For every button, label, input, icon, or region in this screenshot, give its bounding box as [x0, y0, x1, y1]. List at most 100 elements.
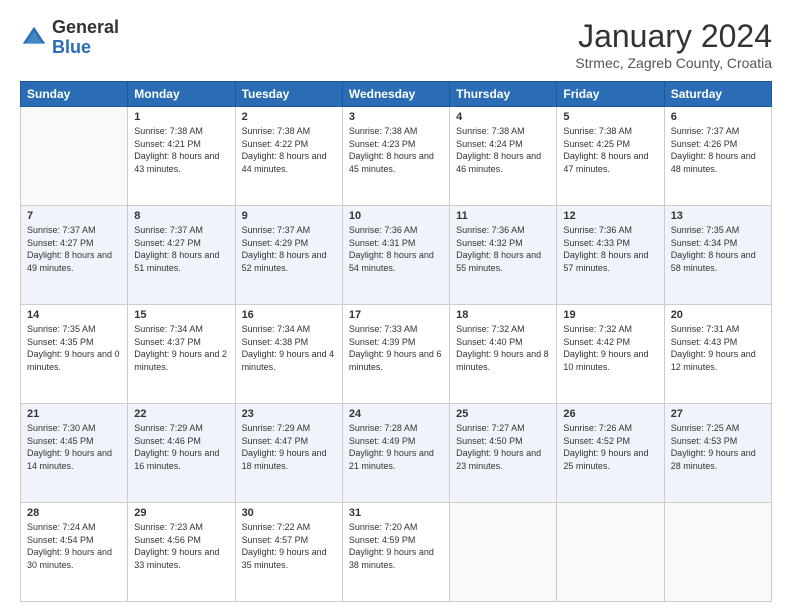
calendar-day-cell: 17 Sunrise: 7:33 AMSunset: 4:39 PMDayligh…: [342, 305, 449, 404]
calendar-day-cell: 3Sunrise: 7:38 AMSunset: 4:23 PMDaylight…: [342, 107, 449, 206]
calendar-day-cell: 9 Sunrise: 7:37 AMSunset: 4:29 PMDaylight…: [235, 206, 342, 305]
calendar-day-cell: [557, 503, 664, 602]
calendar-day-cell: 6 Sunrise: 7:37 AMSunset: 4:26 PMDaylight…: [664, 107, 771, 206]
day-info: Sunrise: 7:36 AMSunset: 4:33 PMDaylight:…: [563, 224, 657, 274]
day-number: 19: [563, 309, 657, 321]
day-number: 18: [456, 309, 550, 321]
weekday-header: Monday: [128, 82, 235, 107]
day-info: Sunrise: 7:38 AMSunset: 4:22 PMDaylight:…: [242, 125, 336, 175]
calendar-day-cell: 22 Sunrise: 7:29 AMSunset: 4:46 PMDayligh…: [128, 404, 235, 503]
day-number: 3: [349, 111, 443, 123]
calendar-day-cell: 2 Sunrise: 7:38 AMSunset: 4:22 PMDaylight…: [235, 107, 342, 206]
calendar-day-cell: 24 Sunrise: 7:28 AMSunset: 4:49 PMDayligh…: [342, 404, 449, 503]
day-number: 22: [134, 408, 228, 420]
day-number: 16: [242, 309, 336, 321]
calendar-day-cell: 20 Sunrise: 7:31 AMSunset: 4:43 PMDayligh…: [664, 305, 771, 404]
day-info: Sunrise: 7:35 AMSunset: 4:34 PMDaylight:…: [671, 224, 765, 274]
day-info: Sunrise: 7:37 AMSunset: 4:27 PMDaylight:…: [134, 224, 228, 274]
calendar-day-cell: [664, 503, 771, 602]
calendar-day-cell: 18 Sunrise: 7:32 AMSunset: 4:40 PMDayligh…: [450, 305, 557, 404]
logo: General Blue: [20, 18, 119, 58]
day-info: Sunrise: 7:32 AMSunset: 4:40 PMDaylight:…: [456, 323, 550, 373]
weekday-header: Tuesday: [235, 82, 342, 107]
day-info: Sunrise: 7:24 AMSunset: 4:54 PMDaylight:…: [27, 521, 121, 571]
calendar-day-cell: 21Sunrise: 7:30 AMSunset: 4:45 PMDayligh…: [21, 404, 128, 503]
day-number: 21: [27, 408, 121, 420]
weekday-header: Thursday: [450, 82, 557, 107]
day-number: 9: [242, 210, 336, 222]
calendar-day-cell: 13 Sunrise: 7:35 AMSunset: 4:34 PMDayligh…: [664, 206, 771, 305]
day-info: Sunrise: 7:32 AMSunset: 4:42 PMDaylight:…: [563, 323, 657, 373]
day-info: Sunrise: 7:23 AMSunset: 4:56 PMDaylight:…: [134, 521, 228, 571]
calendar-day-cell: 14Sunrise: 7:35 AMSunset: 4:35 PMDayligh…: [21, 305, 128, 404]
day-number: 28: [27, 507, 121, 519]
calendar-day-cell: 15 Sunrise: 7:34 AMSunset: 4:37 PMDayligh…: [128, 305, 235, 404]
day-info: Sunrise: 7:35 AMSunset: 4:35 PMDaylight:…: [27, 323, 121, 373]
day-number: 29: [134, 507, 228, 519]
day-number: 6: [671, 111, 765, 123]
calendar-week-row: 1 Sunrise: 7:38 AMSunset: 4:21 PMDaylight…: [21, 107, 772, 206]
day-info: Sunrise: 7:37 AMSunset: 4:27 PMDaylight:…: [27, 224, 121, 274]
calendar-week-row: 14Sunrise: 7:35 AMSunset: 4:35 PMDayligh…: [21, 305, 772, 404]
calendar-day-cell: [450, 503, 557, 602]
day-number: 26: [563, 408, 657, 420]
day-number: 1: [134, 111, 228, 123]
weekday-header: Sunday: [21, 82, 128, 107]
calendar-table: SundayMondayTuesdayWednesdayThursdayFrid…: [20, 81, 772, 602]
day-info: Sunrise: 7:38 AMSunset: 4:21 PMDaylight:…: [134, 125, 228, 175]
location: Strmec, Zagreb County, Croatia: [575, 55, 772, 71]
calendar-day-cell: 16 Sunrise: 7:34 AMSunset: 4:38 PMDayligh…: [235, 305, 342, 404]
weekday-header: Friday: [557, 82, 664, 107]
day-number: 11: [456, 210, 550, 222]
day-info: Sunrise: 7:29 AMSunset: 4:46 PMDaylight:…: [134, 422, 228, 472]
day-number: 24: [349, 408, 443, 420]
day-info: Sunrise: 7:25 AMSunset: 4:53 PMDaylight:…: [671, 422, 765, 472]
day-number: 4: [456, 111, 550, 123]
calendar-day-cell: 7Sunrise: 7:37 AMSunset: 4:27 PMDaylight…: [21, 206, 128, 305]
weekday-header: Wednesday: [342, 82, 449, 107]
calendar-day-cell: 30 Sunrise: 7:22 AMSunset: 4:57 PMDayligh…: [235, 503, 342, 602]
header: General Blue January 2024 Strmec, Zagreb…: [20, 18, 772, 71]
day-number: 15: [134, 309, 228, 321]
day-number: 20: [671, 309, 765, 321]
day-number: 2: [242, 111, 336, 123]
calendar-day-cell: 1 Sunrise: 7:38 AMSunset: 4:21 PMDaylight…: [128, 107, 235, 206]
day-number: 17: [349, 309, 443, 321]
day-number: 27: [671, 408, 765, 420]
day-info: Sunrise: 7:22 AMSunset: 4:57 PMDaylight:…: [242, 521, 336, 571]
day-number: 13: [671, 210, 765, 222]
calendar-day-cell: 31Sunrise: 7:20 AMSunset: 4:59 PMDayligh…: [342, 503, 449, 602]
title-block: January 2024 Strmec, Zagreb County, Croa…: [575, 18, 772, 71]
calendar-day-cell: 23 Sunrise: 7:29 AMSunset: 4:47 PMDayligh…: [235, 404, 342, 503]
day-number: 5: [563, 111, 657, 123]
day-number: 31: [349, 507, 443, 519]
calendar-day-cell: 8Sunrise: 7:37 AMSunset: 4:27 PMDaylight…: [128, 206, 235, 305]
day-info: Sunrise: 7:36 AMSunset: 4:32 PMDaylight:…: [456, 224, 550, 274]
day-number: 23: [242, 408, 336, 420]
day-info: Sunrise: 7:36 AMSunset: 4:31 PMDaylight:…: [349, 224, 443, 274]
day-info: Sunrise: 7:29 AMSunset: 4:47 PMDaylight:…: [242, 422, 336, 472]
header-row: SundayMondayTuesdayWednesdayThursdayFrid…: [21, 82, 772, 107]
month-title: January 2024: [575, 18, 772, 55]
day-info: Sunrise: 7:27 AMSunset: 4:50 PMDaylight:…: [456, 422, 550, 472]
logo-icon: [20, 24, 48, 52]
day-info: Sunrise: 7:31 AMSunset: 4:43 PMDaylight:…: [671, 323, 765, 373]
day-number: 30: [242, 507, 336, 519]
day-number: 10: [349, 210, 443, 222]
calendar-day-cell: 10 Sunrise: 7:36 AMSunset: 4:31 PMDayligh…: [342, 206, 449, 305]
calendar-day-cell: 26 Sunrise: 7:26 AMSunset: 4:52 PMDayligh…: [557, 404, 664, 503]
day-info: Sunrise: 7:37 AMSunset: 4:26 PMDaylight:…: [671, 125, 765, 175]
calendar-week-row: 7Sunrise: 7:37 AMSunset: 4:27 PMDaylight…: [21, 206, 772, 305]
calendar-day-cell: 28 Sunrise: 7:24 AMSunset: 4:54 PMDayligh…: [21, 503, 128, 602]
day-info: Sunrise: 7:38 AMSunset: 4:25 PMDaylight:…: [563, 125, 657, 175]
day-info: Sunrise: 7:34 AMSunset: 4:37 PMDaylight:…: [134, 323, 228, 373]
logo-blue-text: Blue: [52, 37, 91, 57]
day-info: Sunrise: 7:37 AMSunset: 4:29 PMDaylight:…: [242, 224, 336, 274]
calendar-day-cell: 27 Sunrise: 7:25 AMSunset: 4:53 PMDayligh…: [664, 404, 771, 503]
day-info: Sunrise: 7:26 AMSunset: 4:52 PMDaylight:…: [563, 422, 657, 472]
day-info: Sunrise: 7:34 AMSunset: 4:38 PMDaylight:…: [242, 323, 336, 373]
day-info: Sunrise: 7:33 AMSunset: 4:39 PMDaylight:…: [349, 323, 443, 373]
logo-text: General Blue: [52, 18, 119, 58]
day-info: Sunrise: 7:28 AMSunset: 4:49 PMDaylight:…: [349, 422, 443, 472]
calendar-day-cell: 5 Sunrise: 7:38 AMSunset: 4:25 PMDaylight…: [557, 107, 664, 206]
